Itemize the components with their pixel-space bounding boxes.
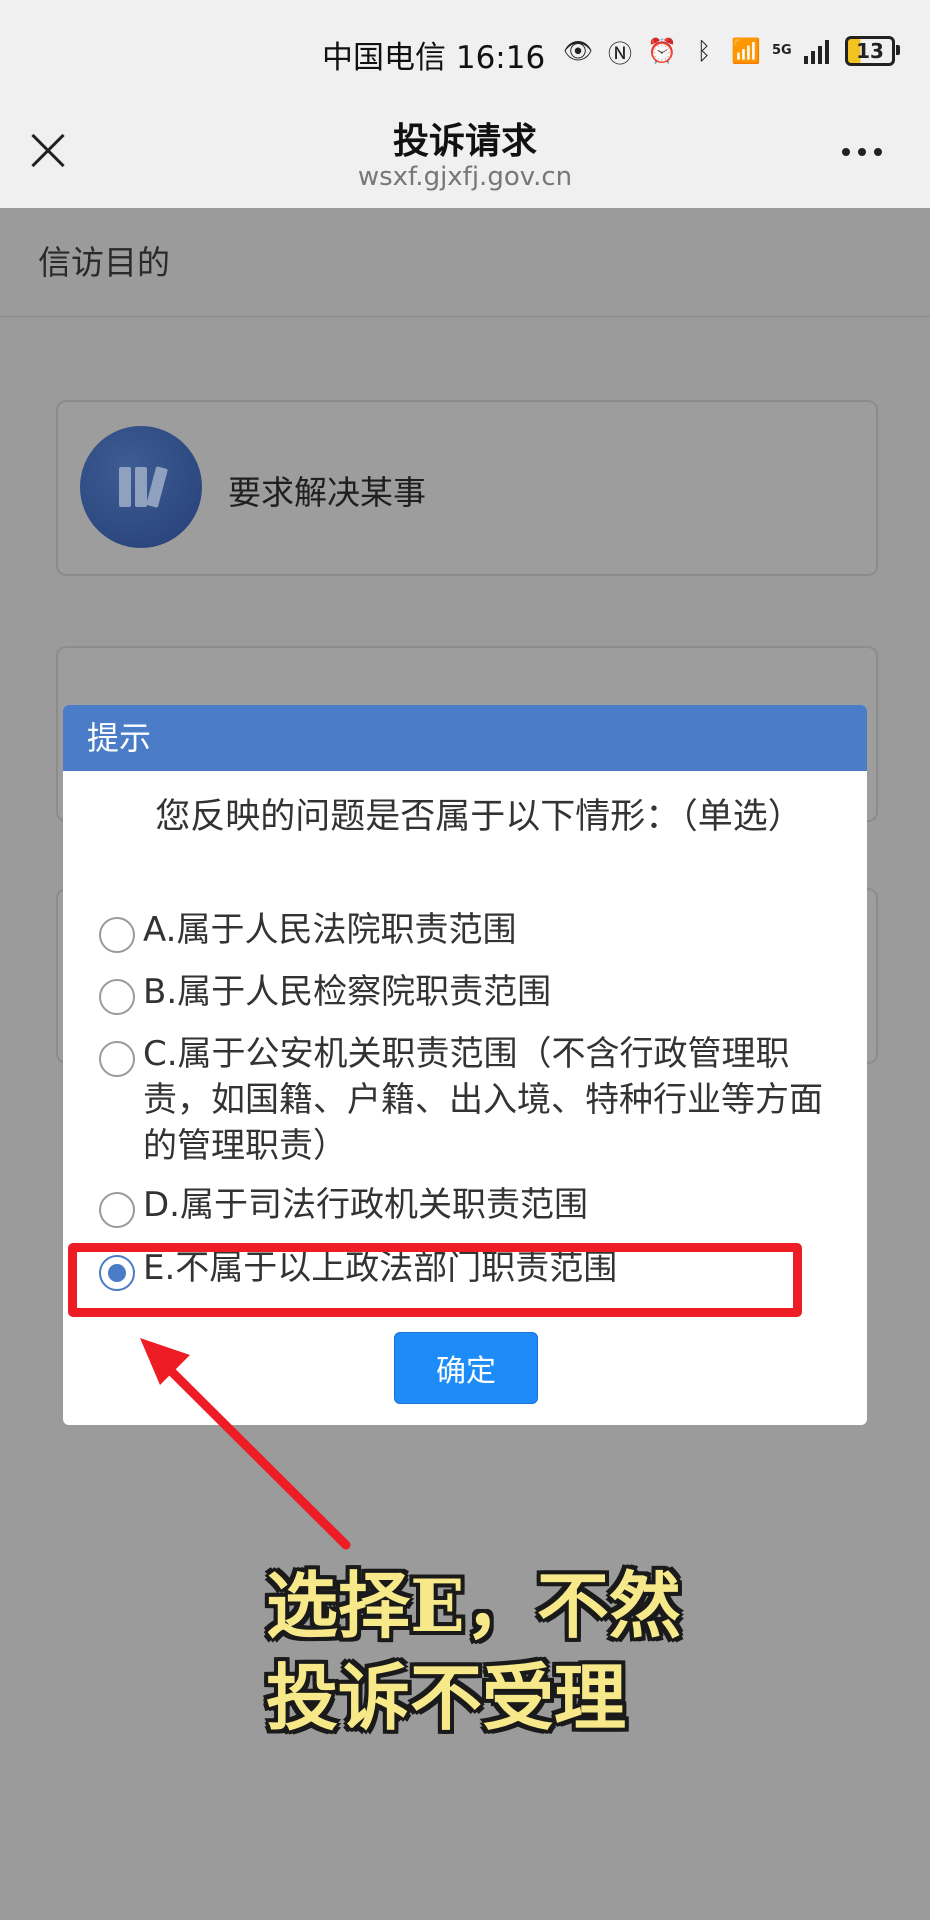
annotation-line-1: 选择E，不然 xyxy=(266,1563,681,1648)
annotation-line-2: 投诉不受理 xyxy=(266,1655,627,1740)
annotation-text: 选择E，不然 投诉不受理 xyxy=(266,1560,681,1744)
